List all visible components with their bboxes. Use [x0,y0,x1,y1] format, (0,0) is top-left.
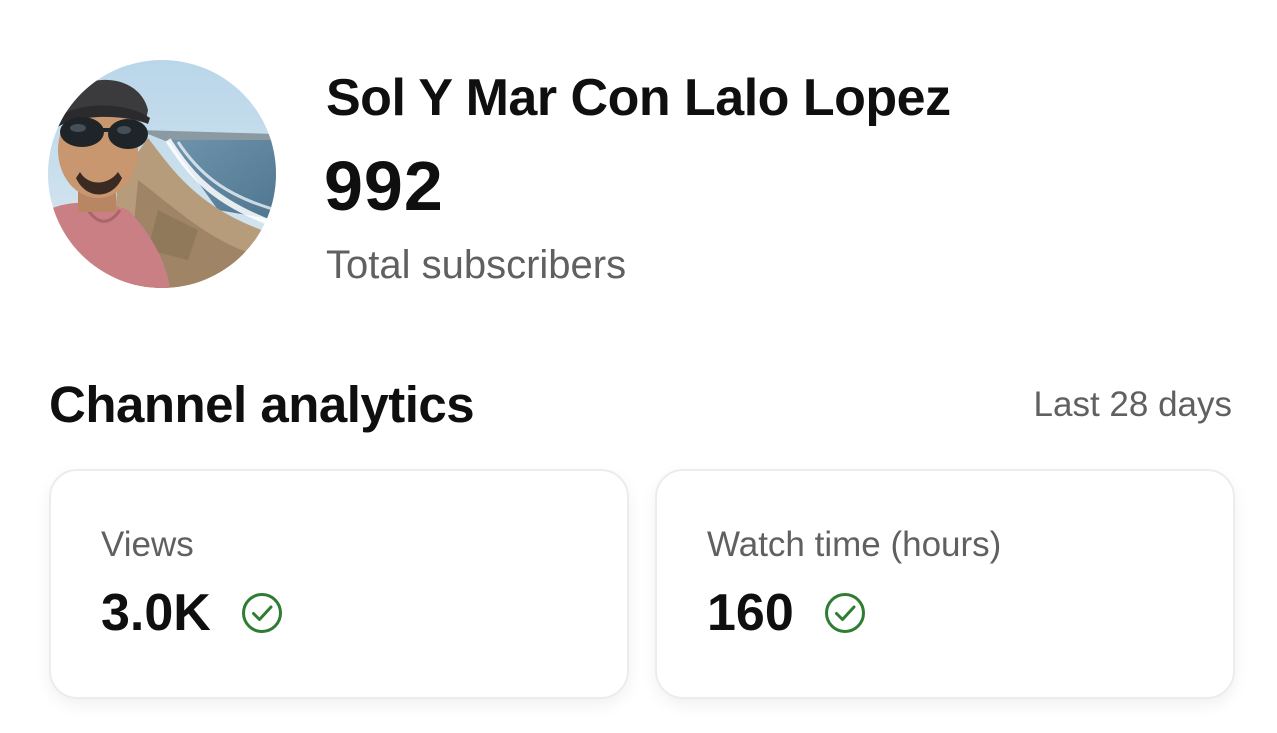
check-circle-icon [241,592,283,634]
avatar-photo-icon [48,60,276,288]
channel-avatar[interactable] [48,60,276,288]
subscriber-label: Total subscribers [326,243,627,287]
channel-dashboard: Sol Y Mar Con Lalo Lopez 992 Total subsc… [0,0,1277,733]
views-value: 3.0K [101,584,211,642]
subscriber-count: 992 [324,147,444,225]
watch-time-card[interactable]: Watch time (hours) 160 [655,469,1235,699]
watch-time-value-row: 160 [707,581,866,645]
watch-time-label: Watch time (hours) [707,525,1002,564]
period-label: Last 28 days [1033,385,1232,424]
channel-name: Sol Y Mar Con Lalo Lopez [326,69,951,127]
views-label: Views [101,525,194,564]
views-card[interactable]: Views 3.0K [49,469,629,699]
section-title: Channel analytics [49,376,475,433]
watch-time-value: 160 [707,584,794,642]
check-circle-icon [824,592,866,634]
views-value-row: 3.0K [101,581,283,645]
